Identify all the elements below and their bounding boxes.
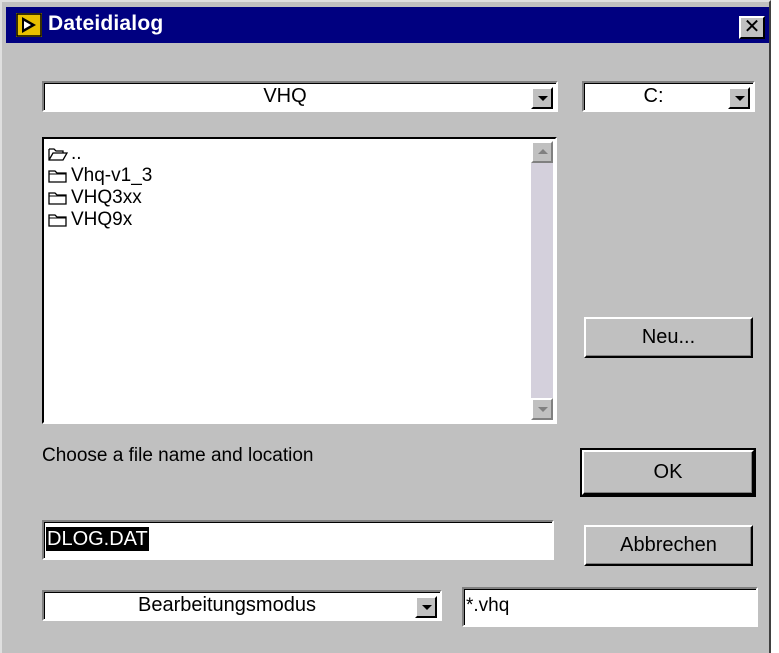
- close-icon: ✕: [743, 14, 761, 38]
- mode-dropdown-arrow-icon[interactable]: [415, 596, 437, 618]
- path-dropdown[interactable]: VHQ: [42, 81, 558, 112]
- new-folder-button[interactable]: Neu...: [584, 317, 753, 358]
- cancel-button-label: Abbrechen: [620, 534, 717, 556]
- path-dropdown-arrow-icon[interactable]: [531, 87, 553, 109]
- list-item-label: VHQ9x: [71, 209, 133, 230]
- file-list: .. Vhq-v1_3 VHQ3xx VHQ9x: [48, 143, 152, 231]
- folder-icon: [48, 214, 67, 227]
- open-folder-icon: [48, 148, 68, 161]
- background-edge: [771, 0, 779, 653]
- ok-button-label: OK: [653, 461, 683, 483]
- mode-dropdown[interactable]: Bearbeitungsmodus: [42, 590, 442, 621]
- path-dropdown-value: VHQ: [263, 85, 307, 107]
- list-item-label: VHQ3xx: [71, 187, 142, 208]
- file-filter-value: *.vhq: [466, 595, 510, 616]
- prompt-label: Choose a file name and location: [42, 445, 314, 466]
- mode-dropdown-value: Bearbeitungsmodus: [138, 594, 316, 616]
- list-item-label: Vhq-v1_3: [71, 165, 153, 186]
- list-item-label: ..: [71, 143, 82, 164]
- list-item[interactable]: Vhq-v1_3: [48, 165, 152, 187]
- cancel-button[interactable]: Abbrechen: [584, 525, 753, 566]
- filename-value: DLOG.DAT: [46, 527, 149, 551]
- vertical-scrollbar[interactable]: [531, 141, 553, 420]
- drive-dropdown-arrow-icon[interactable]: [728, 87, 750, 109]
- window-title: Dateidialog: [48, 12, 164, 35]
- list-item[interactable]: VHQ3xx: [48, 187, 152, 209]
- title-bar[interactable]: Dateidialog ✕: [6, 7, 769, 43]
- list-item-parent[interactable]: ..: [48, 143, 152, 165]
- file-filter-field[interactable]: *.vhq: [462, 587, 758, 627]
- scroll-down-arrow-icon[interactable]: [531, 398, 553, 420]
- list-item[interactable]: VHQ9x: [48, 209, 152, 231]
- file-dialog-window: Dateidialog ✕ VHQ C: .. Vhq-v1_3 VHQ3xx …: [0, 0, 771, 653]
- drive-dropdown-value: C:: [643, 85, 664, 107]
- filename-field[interactable]: DLOG.DAT: [42, 520, 554, 560]
- labview-app-icon: [16, 13, 42, 37]
- close-button[interactable]: ✕: [739, 16, 765, 39]
- file-listbox[interactable]: .. Vhq-v1_3 VHQ3xx VHQ9x: [42, 137, 557, 424]
- ok-button[interactable]: OK: [580, 448, 756, 497]
- drive-dropdown[interactable]: C:: [582, 81, 755, 112]
- folder-icon: [48, 170, 67, 183]
- scroll-up-arrow-icon[interactable]: [531, 141, 553, 163]
- new-folder-button-label: Neu...: [641, 326, 696, 348]
- folder-icon: [48, 192, 67, 205]
